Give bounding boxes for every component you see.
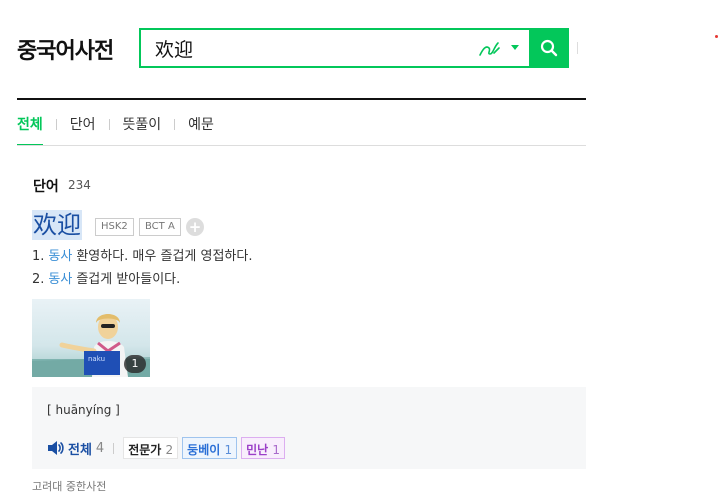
chip-count: 1 xyxy=(224,443,233,457)
result-tabs: 전체 단어 뜻풀이 예문 xyxy=(17,112,214,146)
pronunciation-row: 전체 4 전문가 2 둥베이 1 민난 1 xyxy=(47,436,289,460)
definition-2: 2. 동사 즐겁게 받아들이다. xyxy=(32,268,180,287)
pronunciation-all-count: 4 xyxy=(95,440,105,456)
tab-separator xyxy=(174,119,176,130)
notification-dot xyxy=(715,35,718,38)
headword-link[interactable]: 欢迎 xyxy=(32,210,82,240)
tab-words[interactable]: 단어 xyxy=(70,112,96,146)
section-title[interactable]: 단어 xyxy=(33,176,59,196)
chip-count: 2 xyxy=(165,443,174,457)
hsk-badge: HSK2 xyxy=(95,218,134,236)
chip-expert[interactable]: 전문가 2 xyxy=(123,437,179,459)
dictionary-source[interactable]: 고려대 중한사전 xyxy=(32,478,106,494)
tab-separator xyxy=(55,119,57,130)
section-count: 234 xyxy=(68,178,91,192)
header-divider xyxy=(577,42,578,54)
tab-examples[interactable]: 예문 xyxy=(188,112,214,146)
search-box xyxy=(139,28,569,68)
pronunciation-all-button[interactable]: 전체 xyxy=(68,439,92,458)
bct-badge: BCT A xyxy=(139,218,181,236)
definition-text: 즐겁게 받아들이다. xyxy=(76,272,181,287)
tabs-rule xyxy=(17,145,586,146)
tab-separator xyxy=(108,119,110,130)
definition-number: 1. xyxy=(32,249,45,264)
chip-minnan[interactable]: 민난 1 xyxy=(241,437,286,459)
definition-number: 2. xyxy=(32,272,45,287)
speaker-icon[interactable] xyxy=(47,440,65,456)
chip-label: 민난 xyxy=(246,443,269,457)
tab-meanings[interactable]: 뜻풀이 xyxy=(123,112,162,146)
tab-all[interactable]: 전체 xyxy=(17,112,43,146)
header-rule xyxy=(17,98,586,100)
pinyin: [ huānyíng ] xyxy=(47,403,120,417)
definition-1: 1. 동사 환영하다. 매우 즐겁게 영접하다. xyxy=(32,245,252,264)
handwriting-icon[interactable] xyxy=(477,39,501,59)
chip-label: 전문가 xyxy=(128,443,162,457)
chip-dongbei[interactable]: 둥베이 1 xyxy=(182,437,238,459)
search-icon xyxy=(540,39,558,57)
part-of-speech: 동사 xyxy=(48,272,73,287)
photo-caption: naku xyxy=(88,355,105,363)
add-wordbook-button[interactable]: + xyxy=(186,218,204,236)
part-of-speech: 동사 xyxy=(48,249,73,264)
chip-count: 1 xyxy=(272,443,281,457)
chevron-down-icon[interactable] xyxy=(511,45,519,50)
search-input[interactable] xyxy=(141,30,461,66)
dictionary-title[interactable]: 중국어사전 xyxy=(17,33,114,65)
pronunciation-box: [ huānyíng ] 전체 4 전문가 2 둥베이 1 민난 1 xyxy=(32,387,586,469)
row-separator xyxy=(113,442,115,454)
chip-label: 둥베이 xyxy=(187,443,221,457)
search-button[interactable] xyxy=(529,28,569,68)
definition-text: 환영하다. 매우 즐겁게 영접하다. xyxy=(76,249,253,264)
photo-count-badge: 1 xyxy=(124,355,146,373)
